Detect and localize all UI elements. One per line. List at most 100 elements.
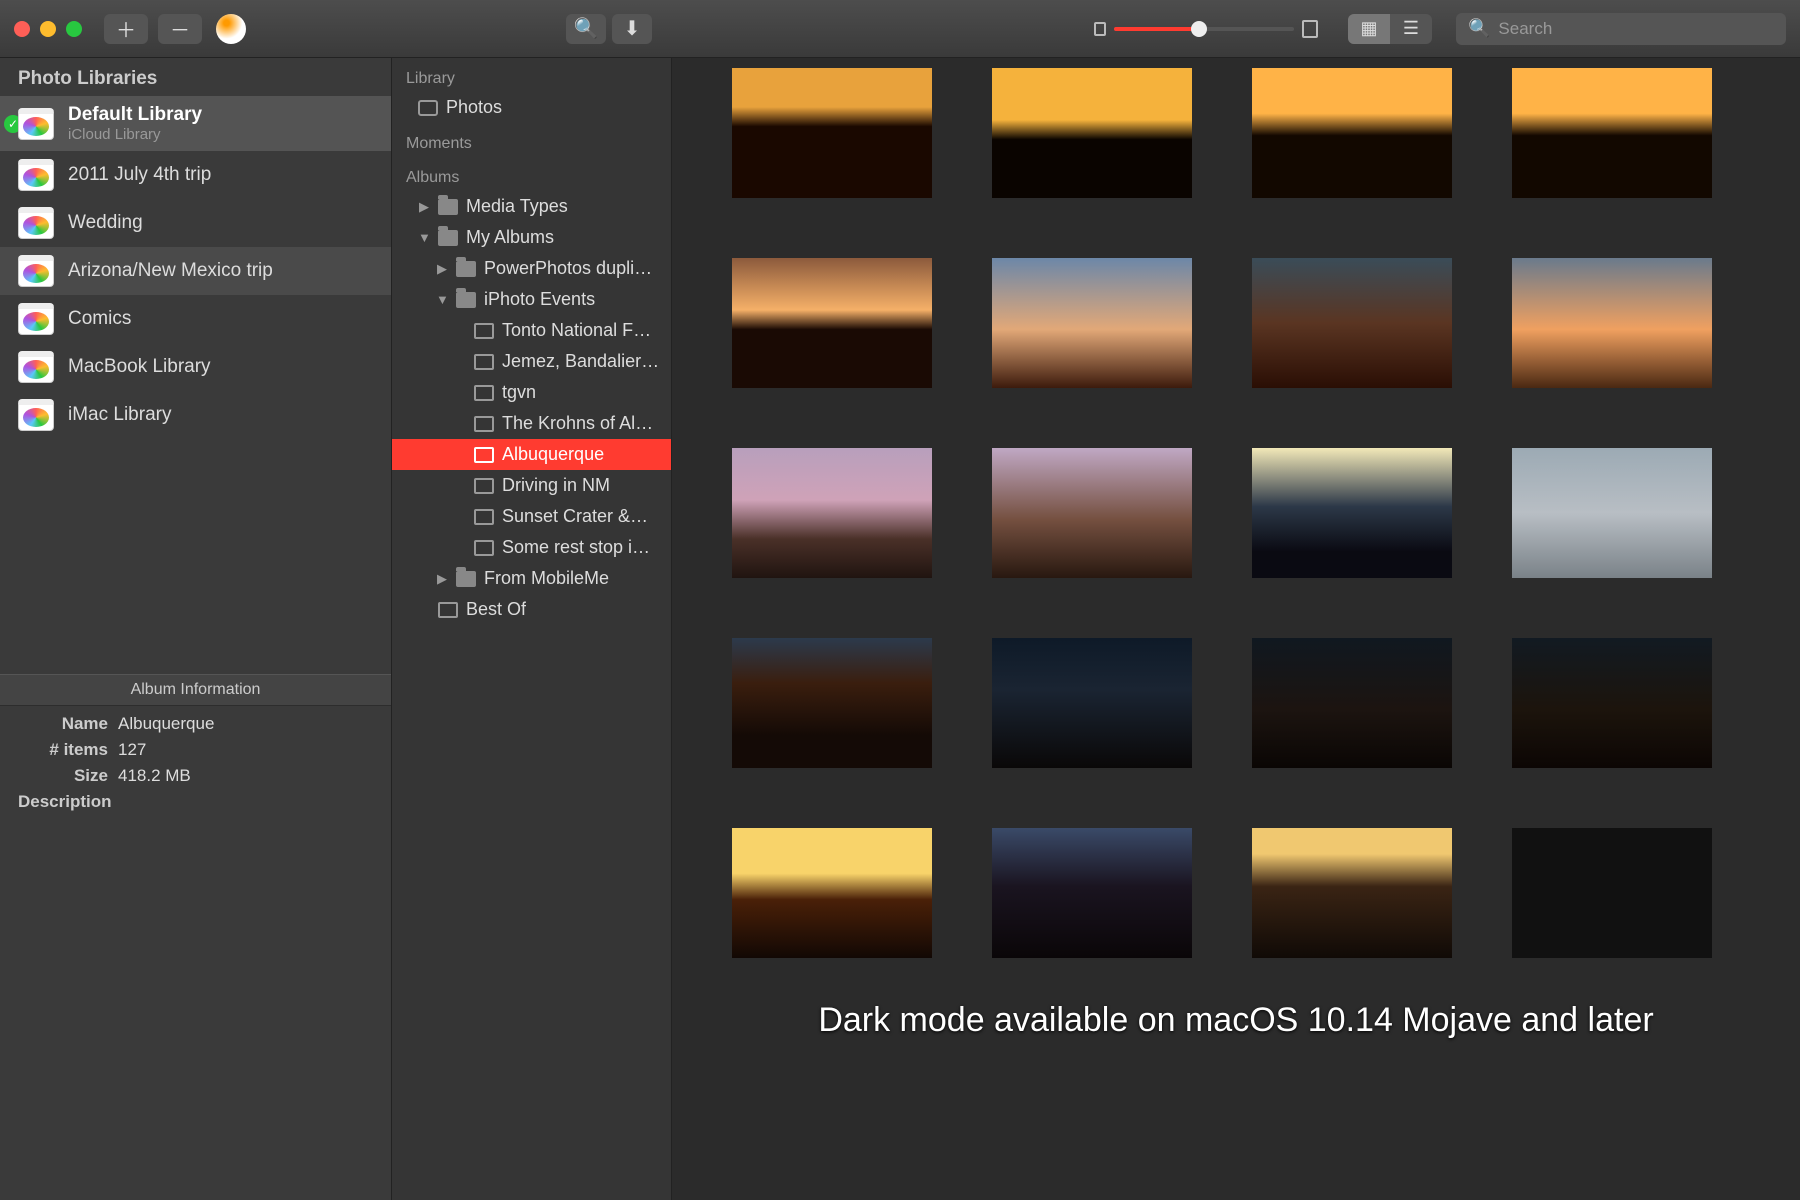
album-icon: [474, 354, 494, 370]
search-field[interactable]: 🔍: [1456, 13, 1786, 45]
folder-icon: [456, 571, 476, 587]
photo-thumbnail[interactable]: [1512, 828, 1712, 958]
tree-item[interactable]: Driving in NM: [392, 470, 671, 501]
tree-item-label: Best Of: [466, 599, 526, 620]
tree-item[interactable]: Sunset Crater &…: [392, 501, 671, 532]
close-button[interactable]: [14, 21, 30, 37]
photo-thumbnail[interactable]: [732, 448, 932, 578]
tree-item[interactable]: Best Of: [392, 594, 671, 625]
photo-thumbnail[interactable]: [732, 68, 932, 198]
library-item[interactable]: Arizona/New Mexico trip: [0, 247, 391, 295]
info-value: 127: [118, 740, 373, 760]
library-item[interactable]: ✓Default LibraryiCloud Library: [0, 96, 391, 151]
photo-thumbnail[interactable]: [1512, 638, 1712, 768]
tree-item-label: My Albums: [466, 227, 554, 248]
photo-thumbnail[interactable]: [1252, 258, 1452, 388]
tree-item[interactable]: ▶From MobileMe: [392, 563, 671, 594]
maximize-button[interactable]: [66, 21, 82, 37]
view-mode-segment[interactable]: ▦ ☰: [1348, 14, 1432, 44]
library-title: 2011 July 4th trip: [68, 164, 211, 186]
photo-thumbnail[interactable]: [732, 258, 932, 388]
tree-item[interactable]: Jemez, Bandalier…: [392, 346, 671, 377]
section-moments[interactable]: Moments: [392, 123, 671, 157]
disclosure-triangle-icon[interactable]: ▶: [436, 571, 448, 587]
album-info-panel: Album Information NameAlbuquerque# items…: [0, 674, 391, 820]
tree-item[interactable]: ▶ PowerPhotos duplic…: [392, 253, 671, 284]
library-item[interactable]: MacBook Library: [0, 343, 391, 391]
tree-item[interactable]: Tonto National F…: [392, 315, 671, 346]
remove-button[interactable]: －: [158, 14, 202, 44]
info-value: 418.2 MB: [118, 766, 373, 786]
photo-thumbnail[interactable]: [1512, 448, 1712, 578]
tree-item[interactable]: Albuquerque: [392, 439, 671, 470]
library-item[interactable]: iMac Library: [0, 391, 391, 439]
list-view-button[interactable]: ☰: [1390, 14, 1432, 44]
import-button[interactable]: ⬇: [612, 14, 652, 44]
grid-view-button[interactable]: ▦: [1348, 14, 1390, 44]
folder-icon: [456, 261, 476, 277]
tree-item[interactable]: ▼iPhoto Events: [392, 284, 671, 315]
info-label: # items: [18, 740, 118, 760]
photo-thumbnail[interactable]: [1512, 258, 1712, 388]
tree-item[interactable]: ▶ Media Types: [392, 191, 671, 222]
photo-thumbnail[interactable]: [1252, 828, 1452, 958]
tree-item-label: Driving in NM: [502, 475, 610, 496]
album-icon: [474, 478, 494, 494]
grid-icon: ▦: [1360, 18, 1377, 39]
album-icon: [474, 323, 494, 339]
photo-library-icon: [18, 207, 54, 239]
zoom-track[interactable]: [1114, 27, 1294, 31]
tree-item-label: Albuquerque: [502, 444, 604, 465]
library-subtitle: iCloud Library: [68, 126, 202, 143]
album-info-header: Album Information: [0, 674, 391, 706]
tree-item[interactable]: ▼ My Albums: [392, 222, 671, 253]
zoom-thumb[interactable]: [1191, 21, 1207, 37]
photo-thumbnail[interactable]: [1252, 68, 1452, 198]
tree-item-photos[interactable]: Photos: [392, 92, 671, 123]
tree-item-label: Some rest stop i…: [502, 537, 650, 558]
photo-thumbnail[interactable]: [732, 638, 932, 768]
photo-thumbnail[interactable]: [992, 68, 1192, 198]
disclosure-triangle-icon[interactable]: ▶: [436, 261, 448, 277]
tree-item[interactable]: The Krohns of Al…: [392, 408, 671, 439]
photo-thumbnail[interactable]: [1512, 68, 1712, 198]
search-input[interactable]: [1498, 19, 1774, 39]
zoom-slider[interactable]: [1094, 20, 1318, 38]
library-title: MacBook Library: [68, 356, 211, 378]
plus-icon: ＋: [116, 14, 136, 43]
zoom-small-icon: [1094, 22, 1106, 36]
search-icon: 🔍: [1468, 18, 1490, 39]
photo-thumbnail[interactable]: [732, 828, 932, 958]
disclosure-triangle-icon[interactable]: ▶: [418, 199, 430, 215]
tree-item-label: PowerPhotos duplic…: [484, 258, 661, 279]
photo-thumbnail[interactable]: [1252, 448, 1452, 578]
library-title: iMac Library: [68, 404, 171, 426]
info-value: [118, 792, 373, 812]
source-list: Library Photos Moments Albums ▶Media Typ…: [392, 58, 672, 1200]
info-value: Albuquerque: [118, 714, 373, 734]
disclosure-triangle-icon[interactable]: ▼: [418, 230, 430, 245]
tree-item-label: Media Types: [466, 196, 568, 217]
photo-thumbnail[interactable]: [992, 448, 1192, 578]
tree-item[interactable]: Some rest stop i…: [392, 532, 671, 563]
disclosure-triangle-icon[interactable]: ▼: [436, 292, 448, 307]
photo-thumbnail[interactable]: [1252, 638, 1452, 768]
library-title: Comics: [68, 308, 131, 330]
photo-thumbnail[interactable]: [992, 258, 1192, 388]
tree-item[interactable]: tgvn: [392, 377, 671, 408]
album-icon: [474, 416, 494, 432]
photo-library-icon: [18, 159, 54, 191]
minimize-button[interactable]: [40, 21, 56, 37]
titlebar: ＋ － 🔍 ⬇ ▦ ☰ 🔍: [0, 0, 1800, 58]
library-item[interactable]: 2011 July 4th trip: [0, 151, 391, 199]
photo-thumbnail[interactable]: [992, 828, 1192, 958]
library-title: Arizona/New Mexico trip: [68, 260, 273, 282]
library-item[interactable]: Comics: [0, 295, 391, 343]
library-item[interactable]: Wedding: [0, 199, 391, 247]
album-icon: [474, 509, 494, 525]
photo-thumbnail[interactable]: [992, 638, 1192, 768]
album-icon: [474, 447, 494, 463]
add-button[interactable]: ＋: [104, 14, 148, 44]
tree-item-label: Tonto National F…: [502, 320, 651, 341]
search-tool-button[interactable]: 🔍: [566, 14, 606, 44]
